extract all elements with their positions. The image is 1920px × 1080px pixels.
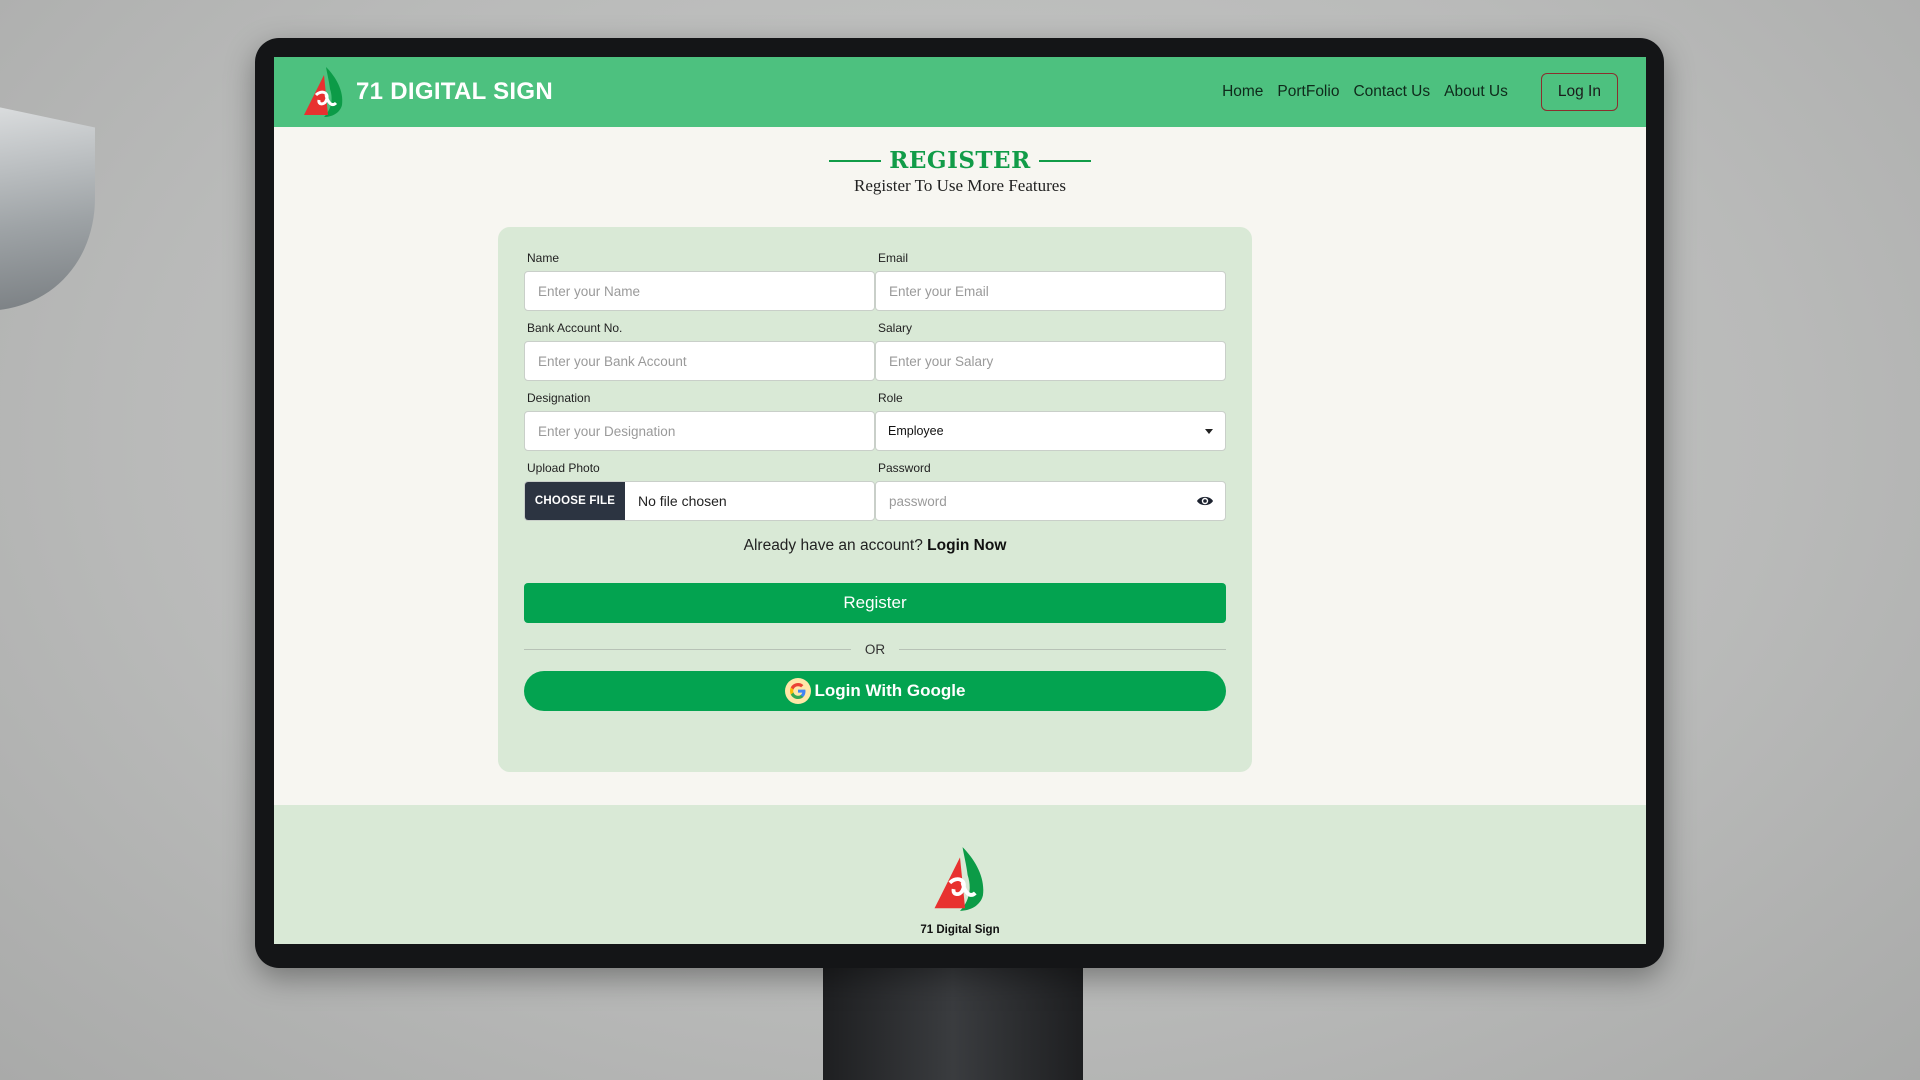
title-divider-left bbox=[829, 159, 882, 162]
bank-input[interactable] bbox=[524, 341, 875, 381]
photo-label: Upload Photo bbox=[527, 461, 600, 475]
password-label: Password bbox=[878, 461, 931, 475]
password-input[interactable] bbox=[875, 481, 1226, 521]
google-icon bbox=[784, 678, 811, 704]
name-label: Name bbox=[527, 251, 560, 265]
nav-home[interactable]: Home bbox=[1222, 83, 1263, 101]
form-row: Upload Photo CHOOSE FILE No file chosen … bbox=[524, 461, 1226, 521]
form-row: Bank Account No. Salary bbox=[524, 321, 1226, 381]
email-label: Email bbox=[878, 251, 909, 265]
role-field: Role Employee bbox=[875, 391, 1226, 451]
bank-field: Bank Account No. bbox=[524, 321, 875, 381]
login-now-link[interactable]: Login Now bbox=[927, 537, 1006, 554]
role-select[interactable]: Employee bbox=[875, 411, 1226, 451]
name-field: Name bbox=[524, 251, 875, 311]
email-input[interactable] bbox=[875, 271, 1226, 311]
file-status: No file chosen bbox=[638, 493, 727, 509]
choose-file-button[interactable]: CHOOSE FILE bbox=[525, 482, 625, 520]
monitor-screen: 71 DIGITAL SIGN Home PortFolio Contact U… bbox=[274, 57, 1646, 944]
login-button[interactable]: Log In bbox=[1540, 73, 1618, 111]
or-line-left bbox=[524, 649, 851, 650]
name-input[interactable] bbox=[524, 271, 875, 311]
role-selected-value: Employee bbox=[888, 424, 944, 438]
email-field: Email bbox=[875, 251, 1226, 311]
already-label: Already have an account? bbox=[743, 537, 923, 554]
navbar: 71 DIGITAL SIGN Home PortFolio Contact U… bbox=[274, 57, 1646, 127]
form-row: Name Email bbox=[524, 251, 1226, 311]
or-divider: OR bbox=[524, 642, 1226, 657]
title-section: REGISTER Register To Use More Features bbox=[274, 147, 1646, 196]
nav-portfolio[interactable]: PortFolio bbox=[1277, 83, 1339, 101]
salary-input[interactable] bbox=[875, 341, 1226, 381]
nav-about-us[interactable]: About Us bbox=[1444, 83, 1508, 101]
nav-contact-us[interactable]: Contact Us bbox=[1353, 83, 1430, 101]
brand[interactable]: 71 DIGITAL SIGN bbox=[302, 65, 553, 119]
register-button[interactable]: Register bbox=[524, 583, 1226, 623]
monitor-stand bbox=[823, 965, 1083, 1080]
register-form-card: Name Email Bank Account No. Salary Desig… bbox=[498, 227, 1252, 772]
dropdown-caret-icon bbox=[1205, 428, 1213, 434]
already-account-text: Already have an account? Login Now bbox=[524, 537, 1226, 555]
eye-icon[interactable] bbox=[1196, 494, 1214, 508]
page-subtitle: Register To Use More Features bbox=[854, 176, 1066, 195]
nav-menu: Home PortFolio Contact Us About Us Log I… bbox=[1208, 73, 1618, 111]
password-wrapper bbox=[875, 481, 1226, 521]
title-divider-right bbox=[1038, 159, 1091, 162]
footer: 71 Digital Sign bbox=[274, 805, 1646, 944]
or-line-right bbox=[899, 649, 1226, 650]
form-row: Designation Role Employee bbox=[524, 391, 1226, 451]
brand-name: 71 DIGITAL SIGN bbox=[356, 78, 553, 105]
designation-input[interactable] bbox=[524, 411, 875, 451]
title-row: REGISTER bbox=[274, 147, 1646, 174]
bank-label: Bank Account No. bbox=[527, 321, 623, 335]
role-label: Role bbox=[878, 391, 903, 405]
logo-icon bbox=[304, 67, 343, 117]
designation-label: Designation bbox=[527, 391, 591, 405]
designation-field: Designation bbox=[524, 391, 875, 451]
salary-label: Salary bbox=[878, 321, 913, 335]
file-input: CHOOSE FILE No file chosen bbox=[524, 481, 875, 521]
footer-brand-name: 71 Digital Sign bbox=[920, 924, 1000, 936]
footer-logo-icon bbox=[934, 847, 984, 911]
password-field: Password bbox=[875, 461, 1226, 521]
wall-lamp bbox=[0, 92, 95, 338]
google-login-label: Login With Google bbox=[814, 681, 966, 700]
salary-field: Salary bbox=[875, 321, 1226, 381]
google-login-button[interactable]: Login With Google bbox=[524, 671, 1226, 711]
page-title: REGISTER bbox=[889, 147, 1031, 174]
or-label: OR bbox=[864, 642, 886, 657]
photo-field: Upload Photo CHOOSE FILE No file chosen bbox=[524, 461, 875, 521]
